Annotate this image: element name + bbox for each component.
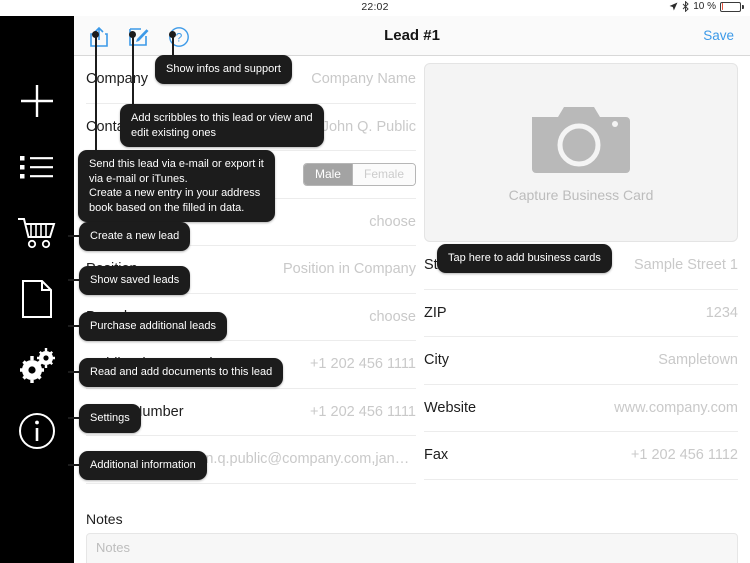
field-value[interactable]: +1 202 456 1111 (310, 356, 416, 372)
field-value[interactable]: choose (369, 309, 416, 325)
status-clock: 22:02 (361, 1, 389, 13)
tooltip-purchase-leads: Purchase additional leads (79, 312, 227, 341)
field-row[interactable]: Fax +1 202 456 1112 (424, 432, 738, 480)
tooltip-anchor-dot (169, 31, 176, 38)
field-value[interactable]: choose (369, 214, 416, 230)
sidebar-item-documents[interactable] (0, 266, 74, 332)
field-label: Website (424, 399, 477, 416)
notes-input[interactable]: Notes (86, 533, 738, 563)
sidebar (0, 0, 74, 563)
document-icon (22, 280, 52, 318)
field-value[interactable]: Sample Street 1 (634, 257, 738, 273)
address-fields: StreetSample Street 1ZIP1234CitySampleto… (424, 242, 738, 480)
tooltip-help: Show infos and support (155, 55, 292, 84)
tooltip-info: Additional information (79, 451, 207, 480)
field-label: ZIP (424, 304, 447, 321)
tooltip-leader-line (68, 235, 79, 237)
app-root: 22:02 10 % ? Lead #1 Save Company Compan… (0, 0, 750, 563)
tooltip-leader-line (68, 417, 79, 419)
camera-icon (532, 106, 630, 173)
field-value[interactable]: 1234 (706, 305, 738, 321)
cart-icon (18, 218, 56, 249)
field-value[interactable]: john.q.public@company.com,jane.public@co… (186, 451, 416, 467)
tooltip-leader-line (95, 36, 97, 150)
capture-business-card-label: Capture Business Card (508, 186, 654, 203)
sidebar-item-saved-leads[interactable] (0, 134, 74, 200)
sidebar-item-settings[interactable] (0, 332, 74, 398)
info-icon (19, 413, 55, 449)
field-value[interactable]: John Q. Public (322, 119, 416, 135)
field-value[interactable]: Position in Company (283, 261, 416, 277)
tooltip-leader-line (132, 36, 134, 104)
field-value[interactable]: Sampletown (658, 352, 738, 368)
location-arrow-icon (669, 2, 678, 11)
bluetooth-icon (682, 1, 689, 12)
gears-icon (20, 348, 55, 383)
tooltip-leader-line (68, 325, 79, 327)
battery-percent-label: 10 % (693, 1, 716, 12)
notes-section: Notes Notes (86, 511, 738, 563)
tooltip-leader-line (68, 371, 79, 373)
status-bar: 22:02 10 % (0, 0, 750, 16)
sidebar-item-purchase[interactable] (0, 200, 74, 266)
save-button[interactable]: Save (703, 28, 734, 43)
field-row[interactable]: ZIP 1234 (424, 290, 738, 337)
tooltip-anchor-dot (92, 31, 99, 38)
tooltip-documents: Read and add documents to this lead (79, 358, 284, 387)
status-indicators: 10 % (669, 1, 744, 12)
tooltip-scribbles: Add scribbles to this lead or view and e… (120, 104, 324, 147)
tooltip-settings: Settings (79, 404, 141, 433)
field-value[interactable]: +1 202 456 1112 (631, 447, 738, 463)
gender-option-female[interactable]: Female (351, 163, 415, 185)
list-icon (20, 156, 53, 179)
tooltip-new-lead: Create a new lead (79, 222, 191, 251)
battery-cap (742, 4, 744, 9)
tooltip-anchor-dot (129, 31, 136, 38)
tooltip-leader-line (68, 279, 79, 281)
gender-segmented-control[interactable]: Male Female (302, 162, 416, 186)
field-value[interactable]: Company Name (311, 71, 416, 87)
notes-label: Notes (86, 511, 123, 527)
sidebar-item-info[interactable] (0, 398, 74, 464)
battery-icon (720, 1, 744, 12)
field-label: Fax (424, 447, 449, 464)
tooltip-business-card: Tap here to add business cards (437, 244, 612, 273)
gender-option-male[interactable]: Male (303, 163, 352, 185)
sidebar-item-new-lead[interactable] (0, 68, 74, 134)
tooltip-leader-line (68, 464, 79, 466)
field-row[interactable]: City Sampletown (424, 337, 738, 385)
tooltip-saved-leads: Show saved leads (79, 266, 191, 295)
plus-icon (21, 85, 53, 117)
capture-business-card-button[interactable]: Capture Business Card (424, 63, 738, 242)
tooltip-leader-line (172, 36, 174, 55)
tooltip-share: Send this lead via e-mail or export it v… (78, 150, 275, 222)
field-label: City (424, 352, 449, 369)
field-row[interactable]: Website www.company.com (424, 385, 738, 432)
field-value[interactable]: +1 202 456 1111 (310, 404, 416, 420)
field-value[interactable]: www.company.com (614, 400, 738, 416)
battery-shell (720, 1, 741, 12)
